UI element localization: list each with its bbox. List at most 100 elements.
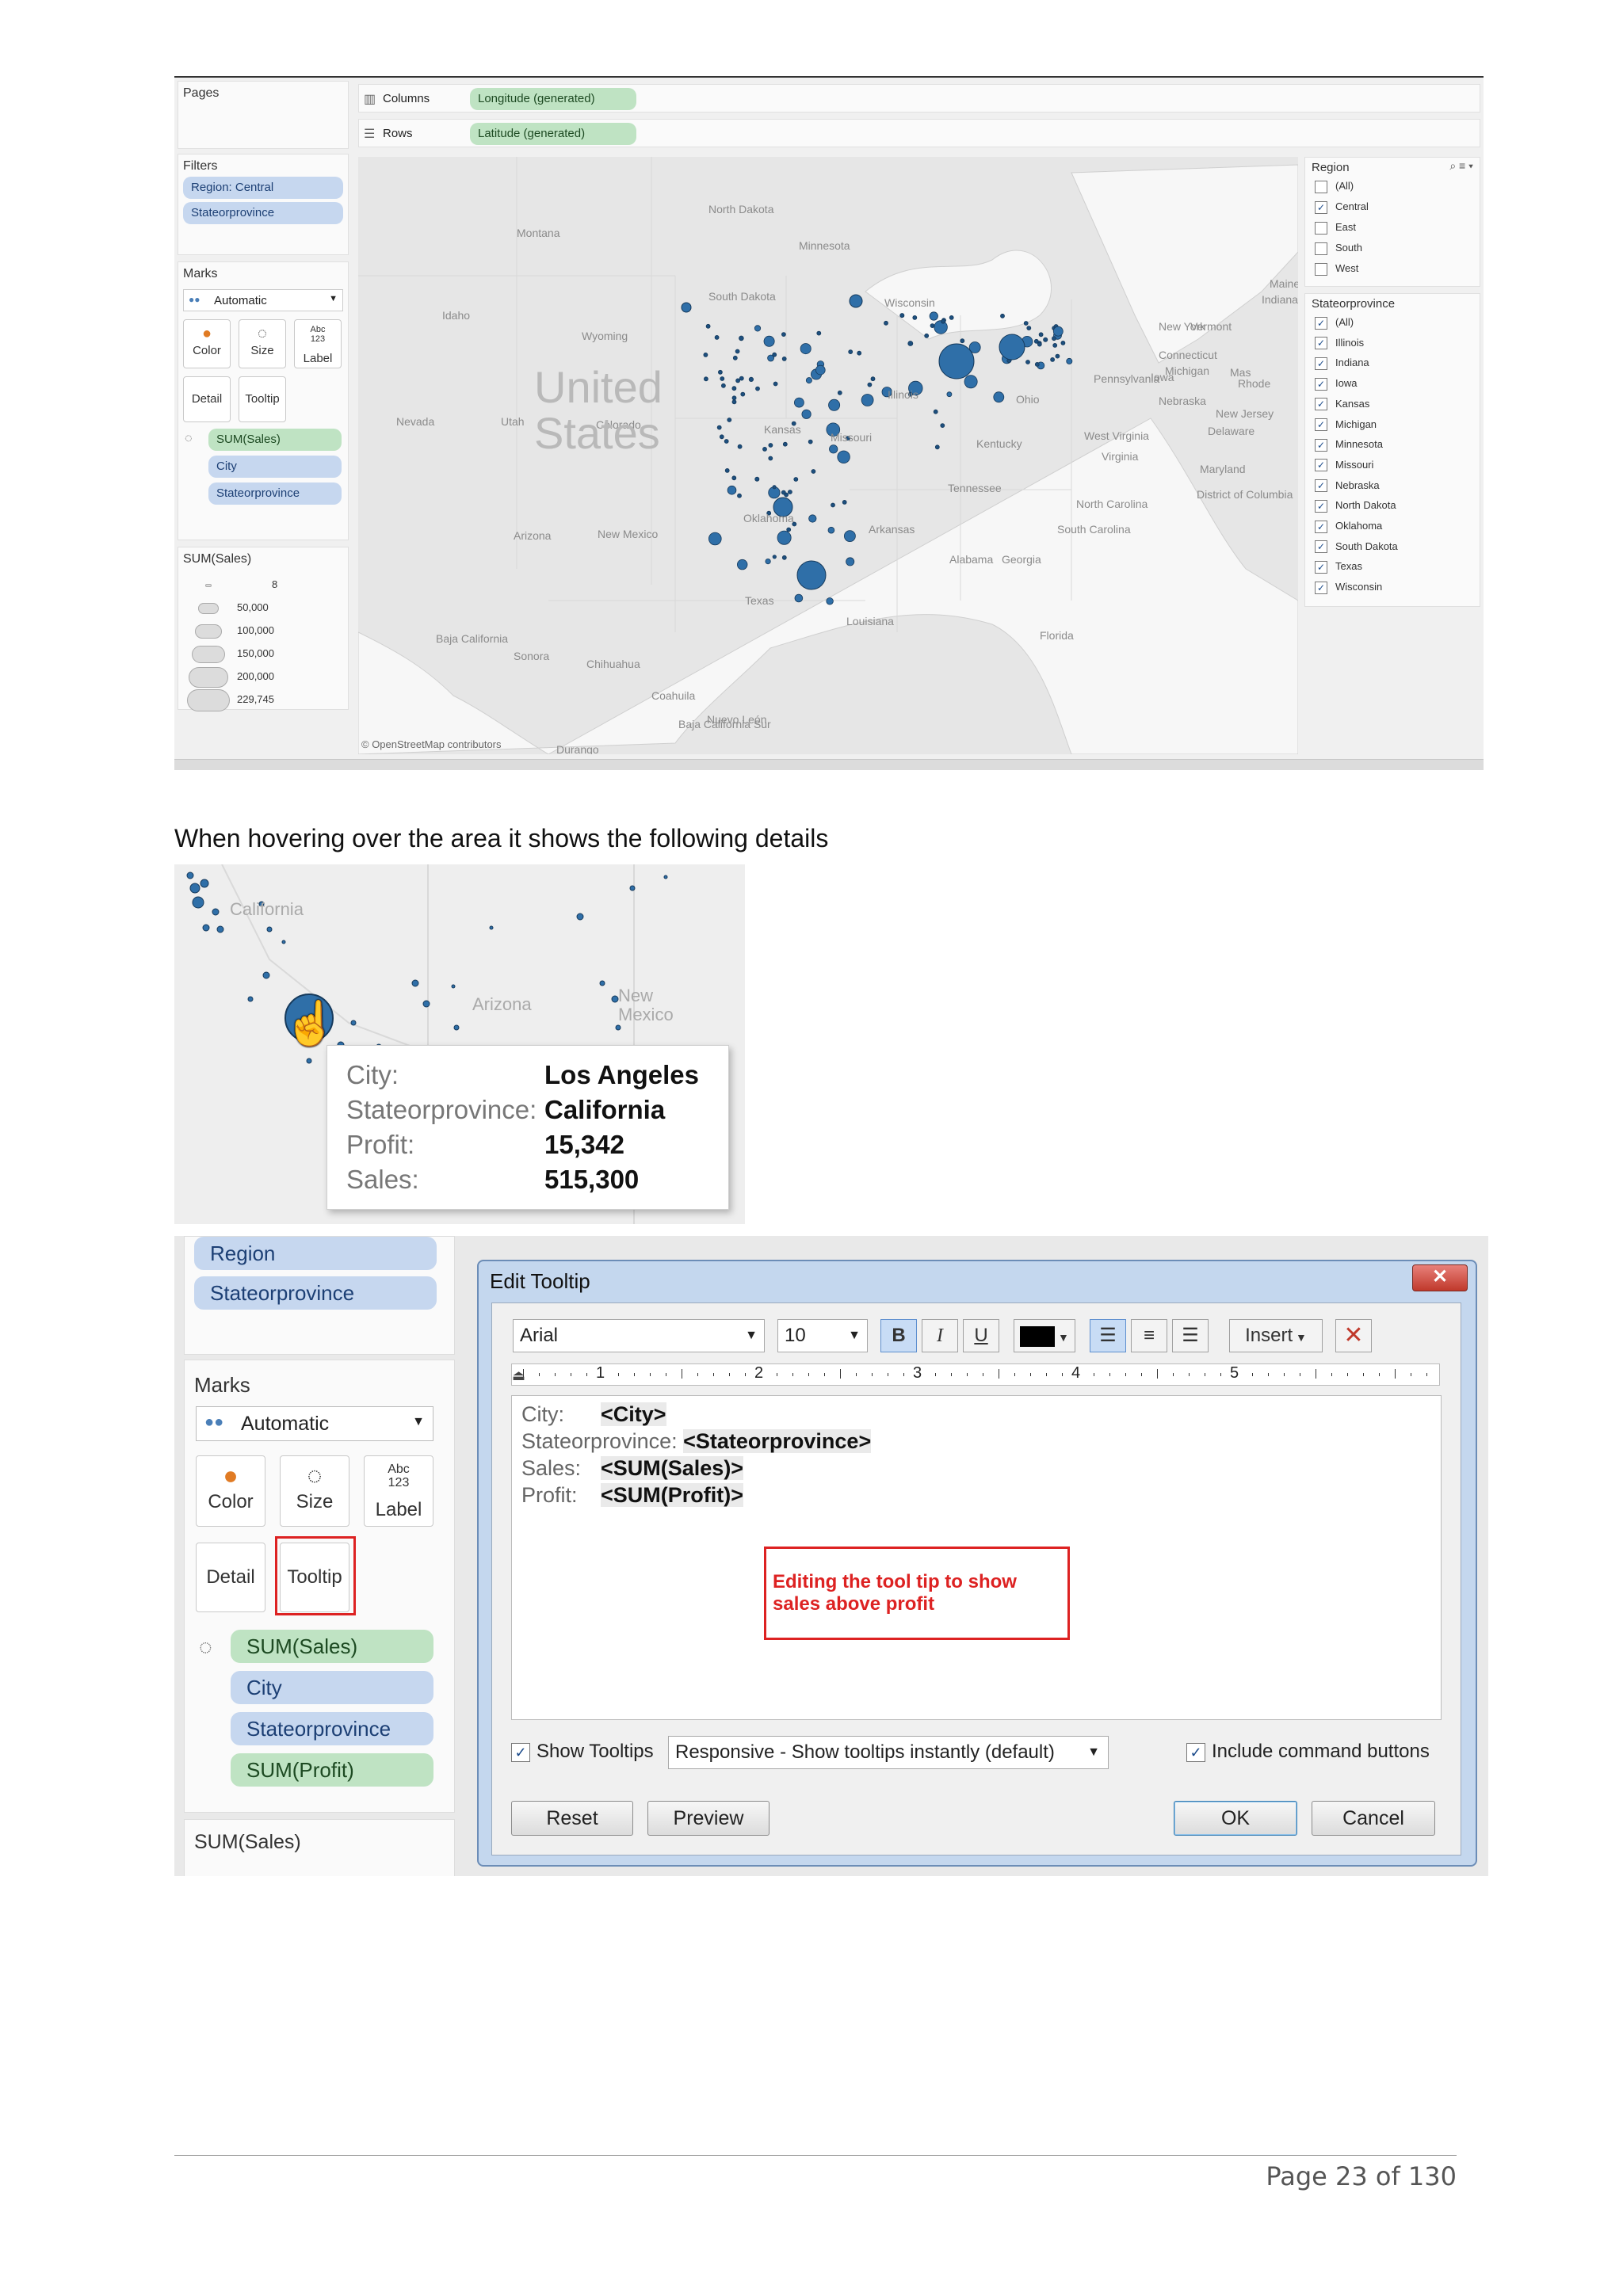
state-filter-item[interactable]: ✓ South Dakota xyxy=(1315,540,1398,554)
state-filter-title: Stateorprovince xyxy=(1312,297,1396,311)
filter-pill-stateorprovince[interactable]: Stateorprovince xyxy=(183,202,343,224)
city-sales-dot xyxy=(1066,357,1073,364)
hover-caption: When hovering over the area it shows the… xyxy=(174,824,829,852)
marks-pill-city[interactable]: City xyxy=(208,456,342,478)
include-buttons-checkbox[interactable]: ✓ Include command buttons xyxy=(1186,1741,1430,1763)
font-size-select[interactable]: 10 ▼ xyxy=(777,1319,868,1352)
region-filter-item[interactable]: East xyxy=(1315,221,1356,235)
rows-shelf[interactable]: ☰ Rows Latitude (generated) xyxy=(358,119,1480,147)
mark-type-dropdown[interactable]: ●● Automatic ▼ xyxy=(196,1406,433,1441)
reset-button[interactable]: Reset xyxy=(511,1801,633,1836)
pages-shelf[interactable]: Pages xyxy=(178,81,349,149)
marks-pill-stateorprovince[interactable]: Stateorprovince xyxy=(231,1712,433,1745)
tooltip-mode-select[interactable]: Responsive - Show tooltips instantly (de… xyxy=(668,1736,1109,1769)
city-sales-dot xyxy=(266,926,273,933)
city-sales-dot xyxy=(216,925,224,933)
underline-button[interactable]: U xyxy=(963,1319,999,1352)
indent-marker-icon[interactable]: ⏏ xyxy=(512,1367,525,1384)
filters-shelf[interactable]: Filters Region: Central Stateorprovince xyxy=(178,154,349,255)
show-tooltips-label: Show Tooltips xyxy=(537,1741,654,1762)
align-right-button[interactable]: ☰ xyxy=(1172,1319,1209,1352)
clear-formatting-icon[interactable]: ✕ xyxy=(1335,1319,1372,1352)
size-button[interactable]: ◌ Size xyxy=(239,319,286,368)
text-color-button[interactable]: ▼ xyxy=(1014,1319,1075,1352)
state-filter-item[interactable]: ✓ Missouri xyxy=(1315,459,1373,472)
state-filter-item[interactable]: ✓ Indiana xyxy=(1315,357,1369,370)
chevron-down-icon: ▼ xyxy=(745,1329,758,1342)
detail-button[interactable]: Detail xyxy=(183,376,231,422)
marks-pill-sum-sales[interactable]: SUM(Sales) xyxy=(231,1630,433,1663)
map-place-label: Oklahoma xyxy=(743,512,794,524)
filters-shelf[interactable]: Region Stateorprovince xyxy=(184,1236,455,1355)
insert-label: Insert xyxy=(1245,1325,1293,1346)
city-sales-dot xyxy=(200,879,209,888)
color-button[interactable]: ● Color xyxy=(196,1455,265,1527)
state-filter-item[interactable]: ✓ Michigan xyxy=(1315,418,1377,432)
italic-button[interactable]: I xyxy=(922,1319,958,1352)
font-family-select[interactable]: Arial ▼ xyxy=(513,1319,765,1352)
marks-pill-stateorprovince[interactable]: Stateorprovince xyxy=(208,482,342,505)
ruler-tick xyxy=(856,1373,857,1376)
region-filter-item[interactable]: (All) xyxy=(1315,180,1354,193)
mark-type-dropdown[interactable]: ●● Automatic ▼ xyxy=(183,289,343,311)
rows-pill-latitude[interactable]: Latitude (generated) xyxy=(470,123,636,145)
map-place-label: North Dakota xyxy=(708,203,774,215)
state-filter-item[interactable]: ✓ Iowa xyxy=(1315,377,1357,391)
city-sales-dot xyxy=(724,439,729,444)
columns-shelf[interactable]: ▥ Columns Longitude (generated) xyxy=(358,84,1480,113)
search-icon[interactable]: ⌕ ≡ ▾ xyxy=(1449,159,1473,173)
state-filter-item[interactable]: ✓ Minnesota xyxy=(1315,438,1383,452)
label-button[interactable]: Abc 123 Label xyxy=(294,319,342,368)
state-filter-item[interactable]: ✓ Nebraska xyxy=(1315,479,1380,493)
align-left-button[interactable]: ☰ xyxy=(1090,1319,1126,1352)
size-legend: SUM(Sales) 8 50,000 100,000 150,000 200,000 2… xyxy=(178,547,349,711)
region-filter-item[interactable]: South xyxy=(1315,242,1362,255)
city-sales-dot xyxy=(189,883,200,894)
state-filter-item[interactable]: ✓ North Dakota xyxy=(1315,499,1396,513)
preview-button[interactable]: Preview xyxy=(647,1801,769,1836)
city-sales-dot xyxy=(1055,353,1060,359)
detail-button[interactable]: Detail xyxy=(196,1543,265,1612)
marks-pill-sum-sales[interactable]: SUM(Sales) xyxy=(208,429,342,451)
marks-pill-city[interactable]: City xyxy=(231,1671,433,1704)
filter-pill-region[interactable]: Region: Central xyxy=(183,177,343,199)
size-mark-icon: ◌ xyxy=(185,432,193,445)
region-filter-label: (All) xyxy=(1335,180,1354,192)
map-place-label: Sonora xyxy=(514,650,550,662)
columns-pill-longitude[interactable]: Longitude (generated) xyxy=(470,88,636,110)
state-filter-item[interactable]: ✓ Oklahoma xyxy=(1315,520,1382,533)
ruler-tick xyxy=(872,1373,873,1376)
show-tooltips-checkbox[interactable]: ✓ Show Tooltips xyxy=(511,1741,654,1763)
filter-pill-region[interactable]: Region xyxy=(194,1237,437,1270)
map-attribution[interactable]: © OpenStreetMap contributors xyxy=(361,738,502,750)
map-place-label: Ohio xyxy=(1016,393,1040,406)
bold-button[interactable]: B xyxy=(880,1319,917,1352)
marks-pill-sum-profit[interactable]: SUM(Profit) xyxy=(231,1753,433,1787)
map-place-label: District of Columbia xyxy=(1197,488,1293,501)
insert-button[interactable]: Insert ▼ xyxy=(1229,1319,1323,1352)
size-button[interactable]: ◌ Size xyxy=(280,1455,349,1527)
state-filter-item[interactable]: ✓ Texas xyxy=(1315,560,1362,574)
ok-button[interactable]: OK xyxy=(1174,1801,1297,1836)
tooltip-button[interactable]: Tooltip xyxy=(239,376,286,422)
region-filter-item[interactable]: ✓ Central xyxy=(1315,200,1369,214)
marks-label: Marks xyxy=(183,267,218,280)
filter-pill-stateorprovince[interactable]: Stateorprovince xyxy=(194,1276,437,1310)
state-filter-item[interactable]: ✓ (All) xyxy=(1315,316,1354,330)
state-filter-item[interactable]: ✓ Illinois xyxy=(1315,337,1364,350)
cancel-button[interactable]: Cancel xyxy=(1312,1801,1435,1836)
close-icon[interactable]: ✕ xyxy=(1412,1264,1468,1291)
state-filter-item[interactable]: ✓ Kansas xyxy=(1315,398,1369,411)
region-filter-item[interactable]: West xyxy=(1315,262,1358,276)
map-view[interactable]: Montana North Dakota Minnesota South Dakota… xyxy=(358,157,1298,754)
ruler[interactable]: 1 2 3 4 5 ⏏ xyxy=(511,1363,1440,1386)
tooltip-editor[interactable]: City: <City> Stateorprovince: <Stateorpro… xyxy=(511,1395,1442,1720)
align-center-button[interactable]: ≡ xyxy=(1131,1319,1167,1352)
city-sales-dot xyxy=(782,441,788,447)
label-button[interactable]: Abc 123 Label xyxy=(364,1455,433,1527)
state-filter-item[interactable]: ✓ Wisconsin xyxy=(1315,581,1382,594)
city-sales-dot xyxy=(831,502,835,508)
map-place-label: Connecticut xyxy=(1159,349,1217,361)
city-sales-dot xyxy=(629,885,636,891)
color-button[interactable]: ● Color xyxy=(183,319,231,368)
